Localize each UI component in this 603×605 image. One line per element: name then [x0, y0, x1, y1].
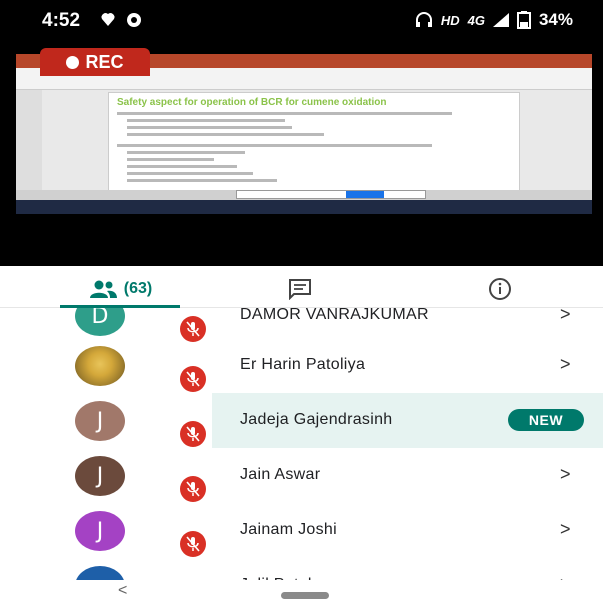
meeting-screen: 4:52 HD 4G 34% Safety aspect for operati…: [0, 0, 603, 605]
tab-info[interactable]: [470, 274, 530, 304]
hd-label: HD: [440, 12, 460, 28]
slide-text: [127, 126, 293, 129]
slide-title: Safety aspect for operation of BCR for c…: [117, 97, 387, 108]
avatar: J: [75, 511, 125, 551]
slide-text: [127, 172, 254, 175]
slide-text: [127, 133, 324, 136]
chevron-right-icon[interactable]: >: [560, 308, 571, 325]
slide-text: [127, 119, 285, 122]
slide-text: [127, 151, 246, 154]
mic-muted-icon: [180, 421, 206, 447]
participant-name: DAMOR VANRAJKUMAR: [240, 308, 429, 323]
participant-row[interactable]: J Jainam Joshi >: [0, 503, 603, 558]
chevron-right-icon[interactable]: >: [560, 464, 571, 485]
mic-muted-icon: [180, 476, 206, 502]
avatar: J: [75, 456, 125, 496]
slide-text: [117, 144, 433, 147]
mic-muted-icon: [180, 531, 206, 557]
slide: Safety aspect for operation of BCR for c…: [108, 92, 520, 204]
rec-label: REC: [85, 51, 124, 72]
home-handle[interactable]: [281, 592, 329, 599]
people-icon: [89, 280, 117, 298]
participant-row[interactable]: J Jain Aswar >: [0, 448, 603, 503]
stop-sharing-button: [346, 191, 384, 198]
slide-text: [127, 158, 214, 161]
avatar: [75, 566, 125, 580]
participant-name: Jain Aswar: [240, 466, 321, 483]
new-badge: NEW: [508, 409, 584, 431]
chat-icon: [289, 279, 311, 300]
tab-people[interactable]: (63): [60, 274, 180, 304]
signal-icon: [492, 13, 509, 27]
tab-chat[interactable]: [270, 274, 330, 304]
status-right: HD 4G 34%: [415, 10, 573, 30]
slide-text: [117, 112, 452, 115]
tab-bar: (63): [0, 266, 603, 308]
headphones-icon: [415, 12, 432, 27]
slide-text: [127, 179, 277, 182]
record-dot-icon: [66, 55, 80, 69]
participant-list[interactable]: D DAMOR VANRAJKUMAR > Er Harin Patoliya > J Ja…: [0, 308, 603, 580]
screen-share-bar: [236, 190, 426, 199]
back-button[interactable]: <: [118, 582, 127, 600]
notification-icons: [100, 10, 150, 35]
chevron-right-icon[interactable]: >: [560, 519, 571, 540]
recording-indicator: REC: [40, 48, 150, 76]
battery-icon: [516, 11, 531, 29]
participant-row[interactable]: Er Harin Patoliya >: [0, 338, 603, 393]
participant-row[interactable]: Jalil Patel>: [0, 558, 603, 580]
chevron-right-icon[interactable]: >: [560, 354, 571, 375]
people-count: (63): [123, 280, 153, 297]
status-time: 4:52: [42, 10, 81, 31]
navigation-bar: <: [0, 580, 603, 605]
shared-presentation: Safety aspect for operation of BCR for c…: [16, 54, 592, 214]
avatar: D: [75, 308, 125, 336]
info-icon: [489, 278, 511, 300]
windows-taskbar: [16, 200, 592, 214]
mic-muted-icon: [180, 366, 206, 392]
participant-name: Er Harin Patoliya: [240, 356, 366, 373]
slide-text: [127, 165, 238, 168]
participant-name: Jainam Joshi: [240, 521, 337, 538]
battery-level: 34%: [538, 10, 573, 29]
participant-row[interactable]: J Jadeja Gajendrasinh NEW: [0, 393, 603, 448]
avatar: J: [75, 401, 125, 441]
status-bar: 4:52 HD 4G 34%: [0, 0, 603, 44]
avatar-photo: [75, 346, 125, 386]
participant-name: Jadeja Gajendrasinh: [240, 411, 393, 428]
heart-icon: [101, 13, 141, 27]
ppt-thumbnails: [16, 90, 42, 200]
signal-label: 4G: [467, 12, 485, 28]
